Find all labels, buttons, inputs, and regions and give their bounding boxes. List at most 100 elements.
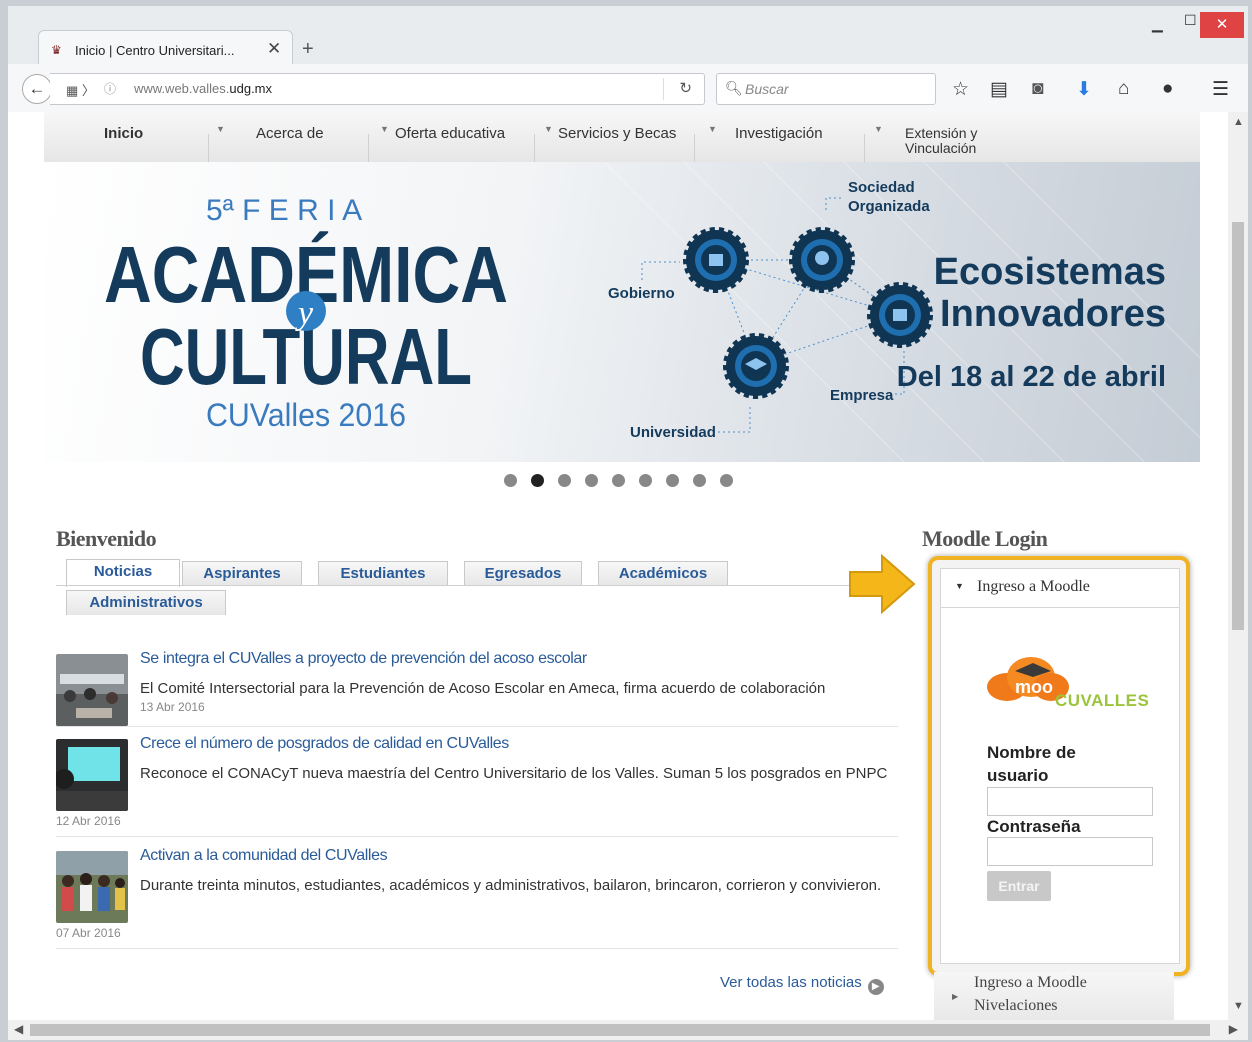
gear-gobierno-icon	[683, 227, 749, 293]
moodle-block-header[interactable]: ▼ Ingreso a Moodle	[941, 569, 1179, 608]
welcome-title: Bienvenido	[56, 526, 157, 551]
news-title-link[interactable]: Activan a la comunidad del CUValles	[140, 847, 388, 865]
home-icon[interactable]: ⌂	[1118, 78, 1129, 100]
tab-academicos[interactable]: Académicos	[598, 561, 728, 586]
tab-underline	[56, 585, 914, 586]
tab-administrativos[interactable]: Administrativos	[66, 590, 226, 615]
site-main-menu: Inicio ▼ Acerca de ▼ Oferta educativa ▼ …	[44, 112, 1200, 163]
page-icon: ▦ 〉	[66, 83, 95, 98]
close-tab-icon[interactable]: ✕	[267, 39, 281, 59]
menu-item-extension[interactable]: Extensión y Vinculación	[905, 126, 1025, 156]
slider-dot[interactable]	[504, 474, 517, 487]
title-bar: ♛ Inicio | Centro Universitari... ✕ + ▁ …	[8, 6, 1248, 69]
news-title-link[interactable]: Crece el número de posgrados de calidad …	[140, 735, 509, 753]
vertical-scroll-thumb[interactable]	[1232, 222, 1244, 630]
news-item: Se integra el CUValles a proyecto de pre…	[56, 650, 906, 730]
news-item: Activan a la comunidad del CUValles Dura…	[56, 847, 906, 957]
vertical-scrollbar[interactable]: ▲ ▼	[1228, 112, 1248, 1020]
menu-item-servicios[interactable]: Servicios y Becas	[558, 125, 676, 142]
node-empresa: Empresa	[830, 387, 894, 404]
news-date: 12 Abr 2016	[56, 814, 121, 828]
url-divider	[663, 78, 664, 100]
menu-hamburger-icon[interactable]: ☰	[1212, 78, 1229, 101]
tab-aspirantes[interactable]: Aspirantes	[182, 561, 302, 586]
navigation-toolbar: ← ▦ 〉 ⓘ www.web.valles.udg.mx ↻ 🔍︎ Busca…	[8, 64, 1248, 113]
slider-dot[interactable]	[585, 474, 598, 487]
news-date: 07 Abr 2016	[56, 926, 121, 940]
slider-dot[interactable]	[720, 474, 733, 487]
url-bar[interactable]: ▦ 〉 ⓘ www.web.valles.udg.mx ↻	[50, 73, 705, 105]
info-icon[interactable]: ⓘ	[104, 80, 116, 97]
slider-dot[interactable]	[666, 474, 679, 487]
scroll-right-icon[interactable]: ▶	[1229, 1022, 1238, 1036]
tab-title: Inicio | Centro Universitari...	[75, 43, 235, 58]
chat-icon[interactable]: ●	[1162, 78, 1173, 100]
link-ingreso-moodle[interactable]: Ingreso a Moodle	[974, 974, 1087, 992]
news-thumbnail-3[interactable]	[56, 851, 128, 923]
menu-divider	[208, 134, 209, 162]
pointer-arrow-icon	[846, 552, 918, 616]
node-organizada: Organizada	[848, 198, 930, 215]
menu-divider	[368, 134, 369, 162]
password-label: Contraseña	[987, 817, 1081, 836]
horizontal-scrollbar[interactable]: ◀ ▶	[8, 1020, 1248, 1040]
minimize-icon[interactable]: ▁	[1152, 16, 1163, 33]
tab-estudiantes[interactable]: Estudiantes	[318, 561, 448, 586]
link-nivelaciones[interactable]: Nivelaciones	[974, 997, 1058, 1015]
menu-divider	[534, 134, 535, 162]
menu-item-acerca[interactable]: Acerca de	[256, 125, 324, 142]
news-thumbnail-1[interactable]	[56, 654, 128, 726]
tab-noticias[interactable]: Noticias	[66, 559, 180, 587]
new-tab-button[interactable]: +	[302, 38, 314, 61]
download-icon[interactable]: ⬇	[1076, 78, 1092, 101]
login-submit-button[interactable]: Entrar	[987, 871, 1051, 901]
slider-dot[interactable]	[612, 474, 625, 487]
banner-headline-1: Ecosistemas	[934, 251, 1166, 293]
menu-divider	[694, 134, 695, 162]
news-thumbnail-2[interactable]	[56, 739, 128, 811]
slider-dot[interactable]	[558, 474, 571, 487]
dropdown-arrow-icon: ▼	[708, 124, 717, 134]
dropdown-arrow-icon: ▼	[874, 124, 883, 134]
window-close-button[interactable]: ✕	[1200, 12, 1244, 38]
menu-item-inicio[interactable]: Inicio	[104, 125, 143, 142]
banner-cuvalles: CUValles 2016	[206, 397, 406, 433]
reading-list-icon[interactable]: ▤	[990, 78, 1008, 101]
slider-dot[interactable]	[693, 474, 706, 487]
node-universidad: Universidad	[630, 424, 716, 441]
moodle-logo-word: moo	[1015, 677, 1053, 697]
horizontal-scroll-thumb[interactable]	[30, 1024, 1210, 1036]
reload-icon[interactable]: ↻	[679, 79, 692, 97]
url-text: www.web.valles.udg.mx	[134, 81, 273, 96]
more-news-link[interactable]: Ver todas las noticias ▶	[720, 974, 884, 995]
slider-dots	[504, 474, 747, 492]
back-button[interactable]: ←	[22, 74, 52, 104]
banner-headline-2: Innovadores	[940, 293, 1166, 335]
search-bar[interactable]: 🔍︎ Buscar	[716, 73, 936, 105]
gear-sociedad-icon	[789, 227, 855, 293]
username-label: Nombre de usuario	[987, 743, 1076, 785]
menu-item-oferta[interactable]: Oferta educativa	[395, 125, 505, 142]
news-title-link[interactable]: Se integra el CUValles a proyecto de pre…	[140, 650, 587, 668]
password-input[interactable]	[987, 837, 1153, 866]
slider-dot[interactable]	[639, 474, 652, 487]
caret-down-icon: ▼	[955, 581, 964, 591]
maximize-icon[interactable]: ☐	[1184, 12, 1197, 29]
moodle-login-block: ▼ Ingreso a Moodle moo CUVALLES Nombre d…	[940, 568, 1180, 964]
scroll-up-icon[interactable]: ▲	[1233, 116, 1244, 128]
banner-feria: 5ª F E R I A	[206, 194, 362, 227]
tab-egresados[interactable]: Egresados	[464, 561, 582, 586]
banner-graphic: 5ª F E R I A ACADÉMICA CULTURAL y CUVall…	[104, 162, 1200, 462]
scroll-down-icon[interactable]: ▼	[1233, 1000, 1244, 1012]
site-favicon-icon: ♛	[51, 43, 62, 57]
search-icon: 🔍︎	[725, 80, 743, 96]
news-date: 13 Abr 2016	[140, 700, 205, 714]
hero-banner[interactable]: 5ª F E R I A ACADÉMICA CULTURAL y CUVall…	[44, 162, 1200, 462]
menu-item-investigacion[interactable]: Investigación	[735, 125, 823, 142]
slider-dot-active[interactable]	[531, 474, 544, 487]
username-input[interactable]	[987, 787, 1153, 816]
scroll-left-icon[interactable]: ◀	[14, 1022, 23, 1036]
pocket-icon[interactable]: ◙	[1032, 78, 1043, 100]
bookmark-star-icon[interactable]: ☆	[952, 78, 969, 101]
news-divider	[56, 726, 898, 727]
